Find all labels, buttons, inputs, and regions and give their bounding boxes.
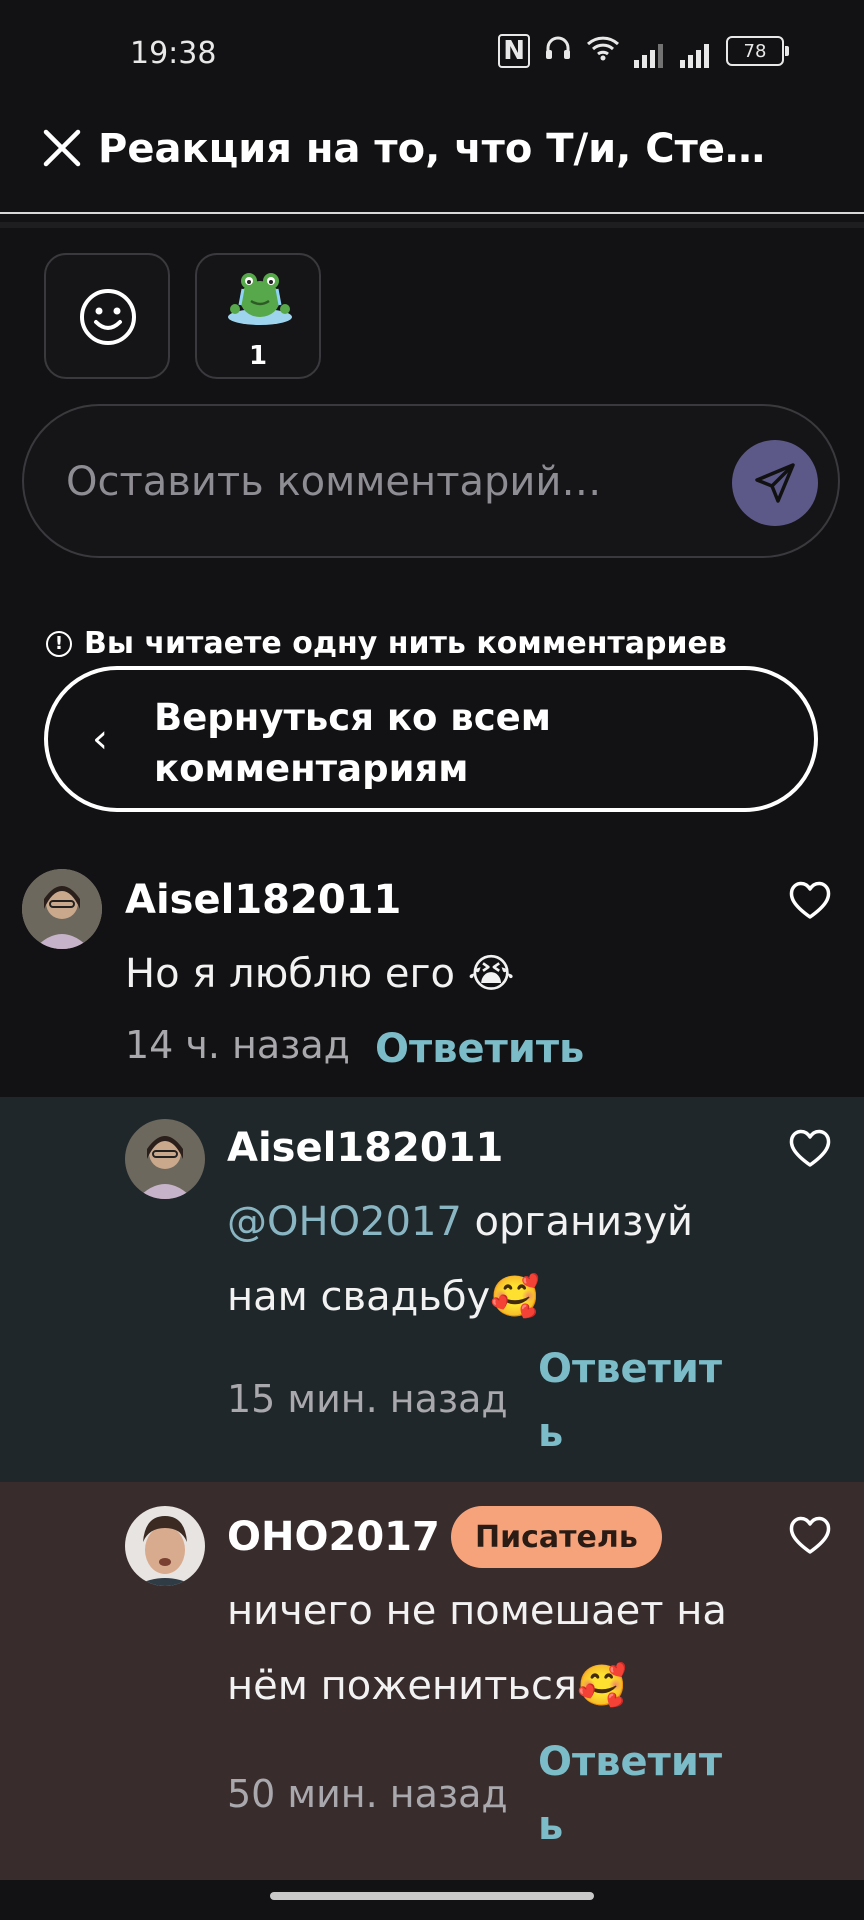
comment-username[interactable]: Aisel182011: [227, 1125, 503, 1171]
comment-item: OHO2017 Писатель ничего не помешает на н…: [0, 1482, 864, 1880]
reply-button[interactable]: Ответить: [375, 1017, 584, 1081]
back-to-all-comments-button[interactable]: ‹ Вернуться ко всем комментариям: [44, 666, 818, 812]
avatar[interactable]: [125, 1506, 205, 1586]
add-reaction-button[interactable]: [44, 253, 170, 379]
reply-button[interactable]: Ответить: [538, 1337, 723, 1465]
comment-username[interactable]: OHO2017: [227, 1514, 440, 1560]
reaction-frog-button[interactable]: 1: [195, 253, 321, 379]
send-icon: [755, 463, 795, 503]
signal-icon: [680, 35, 712, 68]
comment-time: 14 ч. назад: [125, 1023, 350, 1067]
headphones-icon: [544, 35, 572, 68]
thread-notice-text: Вы читаете одну нить комментариев: [84, 626, 727, 661]
smiley-icon: [80, 289, 136, 345]
frog-sticker-icon: [228, 273, 292, 325]
comment-text: Но я люблю его 😭: [125, 951, 515, 997]
writer-badge: Писатель: [451, 1506, 662, 1568]
comment-username[interactable]: Aisel182011: [125, 877, 401, 923]
nfc-icon: N: [498, 34, 530, 68]
comment-input-container: [22, 404, 840, 558]
header-divider: [0, 212, 864, 214]
comment-item: Aisel182011 Но я люблю его 😭 14 ч. назад…: [0, 855, 864, 1097]
send-button[interactable]: [732, 440, 818, 526]
close-icon[interactable]: [42, 128, 82, 168]
signal-icon: [634, 35, 666, 68]
page-title: Реакция на то, что Т/и, Сте…: [98, 126, 765, 172]
like-icon[interactable]: [787, 879, 833, 921]
comment-input[interactable]: [64, 448, 708, 516]
status-time: 19:38: [130, 36, 217, 71]
status-icons: N 78: [498, 34, 789, 68]
header-shadow: [0, 222, 864, 228]
comment-text: ничего не помешает на нём пожениться🥰: [227, 1588, 727, 1709]
like-icon[interactable]: [787, 1514, 833, 1556]
like-icon[interactable]: [787, 1127, 833, 1169]
avatar[interactable]: [125, 1119, 205, 1199]
info-icon: !: [46, 630, 72, 657]
home-indicator[interactable]: [270, 1892, 594, 1900]
comment-text: @OHO2017 организуй нам свадьбу🥰: [227, 1185, 747, 1335]
chevron-left-icon: ‹: [92, 716, 108, 762]
comment-time: 15 мин. назад: [227, 1377, 508, 1421]
thread-notice: ! Вы читаете одну нить комментариев: [46, 626, 727, 661]
wifi-icon: [586, 35, 620, 68]
comment-item: Aisel182011 @OHO2017 организуй нам свадь…: [0, 1097, 864, 1482]
reaction-count: 1: [248, 341, 268, 371]
mention-link[interactable]: @OHO2017: [227, 1199, 462, 1245]
reply-button[interactable]: Ответить: [538, 1730, 723, 1858]
back-button-label: Вернуться ко всем комментариям: [154, 696, 551, 790]
battery-icon: 78: [726, 36, 789, 66]
battery-level: 78: [743, 40, 767, 62]
avatar[interactable]: [22, 869, 102, 949]
comment-time: 50 мин. назад: [227, 1772, 508, 1816]
